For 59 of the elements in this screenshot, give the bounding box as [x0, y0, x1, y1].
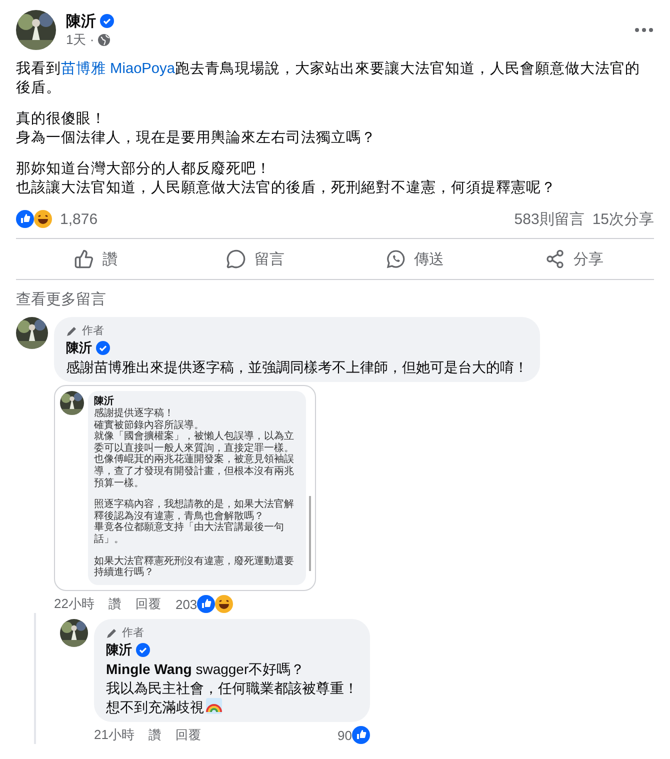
reply-text: 想不到充滿歧視 [106, 698, 358, 716]
comment-text: 感謝苗博雅出來提供逐字稿，並強調同樣考不上律師，但她可是台大的唷！ [66, 358, 528, 376]
send-button[interactable]: 傳送 [335, 239, 494, 279]
reply-text: 我以為民主社會，任何職業都該被尊重！ [106, 679, 358, 697]
reaction-count[interactable]: 1,876 [60, 210, 98, 228]
avatar[interactable] [16, 10, 56, 50]
pen-icon [66, 324, 78, 336]
author-name[interactable]: 陳沂 [66, 12, 96, 30]
like-link[interactable]: 讚 [148, 726, 162, 744]
like-reaction-icon [16, 210, 34, 228]
screenshot-text: 確實被節錄內容所誤導。 [94, 420, 204, 431]
reaction-count[interactable]: 90 [338, 728, 352, 742]
share-count[interactable]: 15次分享 [592, 210, 654, 228]
comment-count[interactable]: 583則留言 [514, 210, 584, 228]
rainbow-icon [206, 698, 222, 714]
commenter-name[interactable]: 陳沂 [106, 641, 132, 659]
screenshot-text: 如果大法官釋憲死刑沒有違憲，廢死運動還要持續進行嗎？ [94, 556, 295, 579]
screenshot-text: 畢竟各位都願意支持「由大法官講最後一句話」。 [94, 522, 285, 546]
post-text: 我看到苗博雅 MiaoPoya跑去青鳥現場說，大家站出來要讓大法官知道，人民會願意做大法官的後盾。 [16, 60, 641, 98]
view-more-comments-link[interactable]: 查看更多留言 [16, 290, 106, 309]
author-label: 作者 [82, 324, 104, 338]
screenshot-text: 感謝提供逐字稿！ [94, 408, 175, 420]
laugh-reaction-icon [215, 595, 234, 613]
reply-link[interactable]: 回覆 [175, 726, 202, 744]
post-text: 真的很傻眼！ [16, 110, 107, 129]
reply-link[interactable]: 回覆 [135, 596, 162, 612]
globe-icon [98, 34, 110, 46]
post-text: 身為一個法律人，現在是要用輿論來左右司法獨立嗎？ [16, 129, 377, 148]
more-options-icon[interactable] [634, 27, 654, 33]
screenshot-text: 照逐字稿內容，我想請教的是，如果大法官解釋後認為沒有違憲，青鳥也會解散嗎？ [94, 499, 295, 522]
like-reaction-icon [197, 595, 216, 613]
commenter-name[interactable]: 陳沂 [66, 339, 92, 357]
screenshot-text: 也像傅崐萁的兩兆花蓮開發案，被意見領袖誤導，查了才發現有開發計畫，但根本沒有兩兆預算一樣。 [94, 454, 295, 490]
author-label: 作者 [122, 626, 144, 640]
comment-time[interactable]: 21小時 [94, 726, 134, 744]
comment-time[interactable]: 22小時 [54, 595, 94, 613]
like-button[interactable]: 讚 [16, 239, 176, 279]
avatar[interactable] [16, 317, 48, 349]
speech-bubble-icon [226, 249, 246, 269]
chat-bubble-phone-icon [386, 249, 406, 269]
mention-link[interactable]: 苗博雅 MiaoPoya [61, 61, 175, 77]
reaction-count[interactable]: 203 [175, 596, 198, 612]
post-text: 那妳知道台灣大部分的人都反廢死吧！ [16, 160, 272, 179]
share-button[interactable]: 分享 [494, 239, 654, 279]
pen-icon [106, 626, 118, 638]
avatar[interactable] [60, 619, 88, 647]
thumbs-up-icon [74, 249, 94, 269]
laugh-reaction-icon [34, 210, 52, 228]
share-icon [545, 249, 566, 269]
post-text: 也該讓大法官知道，人民願意做大法官的後盾，死刑絕對不違憲，何須提釋憲呢？ [16, 179, 557, 198]
avatar[interactable] [60, 391, 84, 415]
like-link[interactable]: 讚 [108, 596, 122, 612]
comment-button[interactable]: 留言 [176, 239, 335, 279]
screenshot-text: 就像「國會擴權案」，被懶人包誤導，以為立委可以直接叫一般人來質詢，直接定罪一樣。 [94, 431, 295, 454]
attached-screenshot[interactable]: 陳沂 感謝提供逐字稿！ 確實被節錄內容所誤導。 就像「國會擴權案」，被懶人包誤導，以為立委可以直接叫一般人來質詢，直接定罪一樣。 也像傅崐萁的兩兆花蓮開發案，被意見領袖誤導，查了才發現有開發計畫，但根本沒有兩兆預算一樣。 照逐字稿內容，我想請教的是，如果大法官解釋後認為沒有違憲，青鳥也會解散嗎？ 畢竟各位都願意支持「由大法官講最後一句話」。 如果大法官釋憲死刑沒有違憲，廢死運動還要持續進行嗎？ [54, 385, 316, 591]
screenshot-author: 陳沂 [94, 394, 114, 408]
post-time[interactable]: 1天 · [66, 30, 94, 48]
like-reaction-icon [352, 726, 370, 744]
reply-text: Mingle Wang swagger不好嗎？ [106, 660, 306, 678]
